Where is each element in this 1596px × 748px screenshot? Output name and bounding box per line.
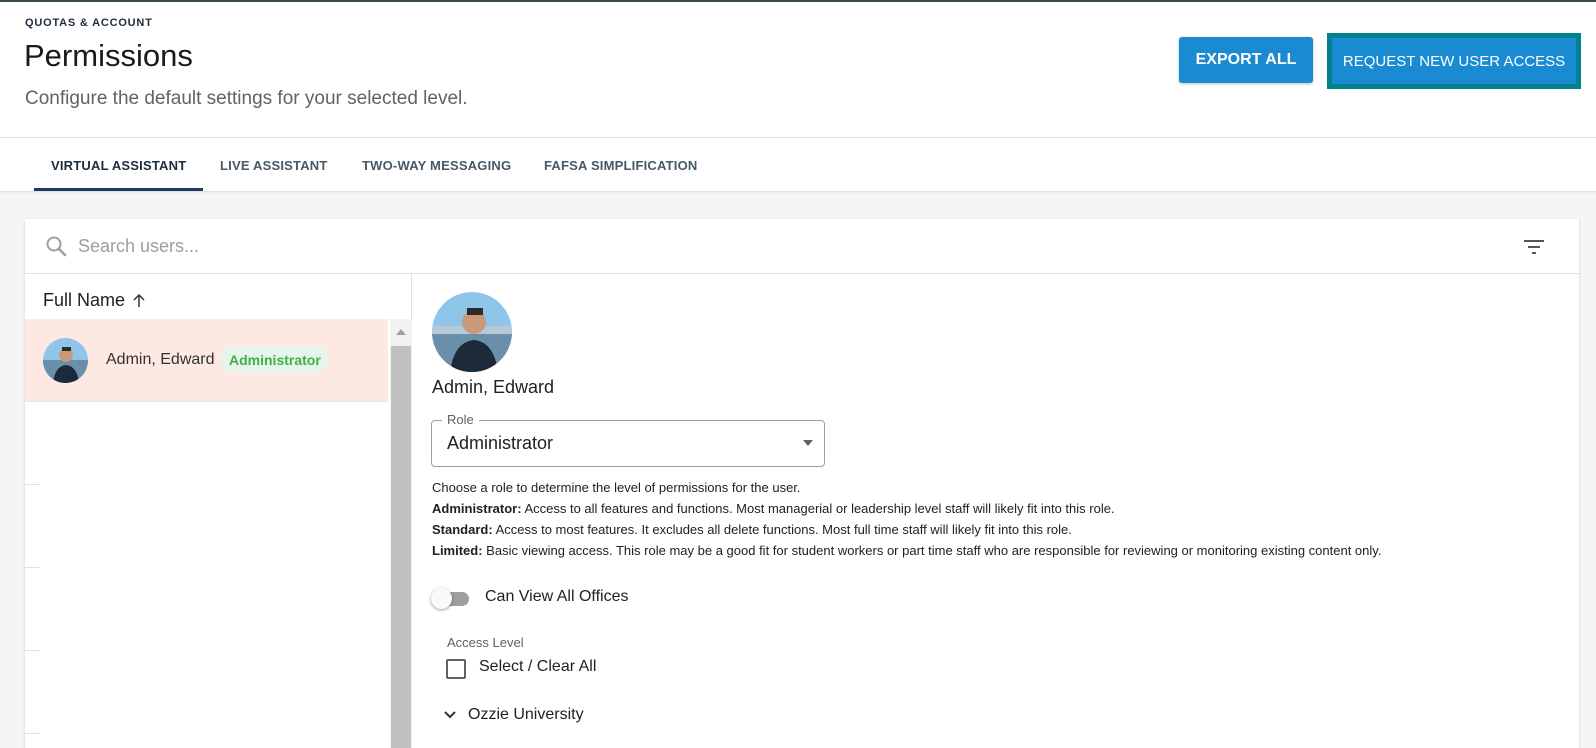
tab-live-assistant[interactable]: LIVE ASSISTANT — [220, 138, 328, 192]
user-detail-pane: Admin, Edward Role Administrator Choose … — [413, 274, 1579, 748]
page-subtitle: Configure the default settings for your … — [25, 88, 468, 109]
user-list-pane: Full Name Admin, Edward Administrator — [25, 274, 412, 748]
avatar — [43, 338, 88, 383]
user-row[interactable]: Admin, Edward Administrator — [25, 319, 388, 402]
column-header-label: Full Name — [43, 290, 126, 310]
toggle-label: Can View All Offices — [485, 588, 629, 605]
role-badge: Administrator — [221, 346, 329, 373]
user-name: Admin, Edward — [106, 351, 215, 368]
role-field-label: Role — [442, 412, 479, 427]
request-new-user-access-button[interactable]: REQUEST NEW USER ACCESS — [1332, 38, 1576, 84]
role-help-description: Access to most features. It excludes all… — [492, 522, 1072, 537]
select-all-checkbox[interactable] — [446, 659, 466, 679]
chevron-down-icon[interactable] — [441, 706, 459, 724]
role-help-administrator: Administrator: Access to all features an… — [432, 498, 1552, 519]
role-help-description: Access to all features and functions. Mo… — [521, 501, 1115, 516]
role-select-value: Administrator — [447, 433, 554, 453]
toggle-knob — [431, 588, 452, 609]
tab-two-way-messaging[interactable]: TWO-WAY MESSAGING — [362, 138, 511, 192]
access-level-label: Access Level — [447, 635, 524, 650]
arrow-up-icon — [133, 293, 145, 307]
scroll-up-arrow-icon[interactable] — [390, 324, 412, 340]
breadcrumb: QUOTAS & ACCOUNT — [25, 17, 153, 29]
role-select[interactable]: Role Administrator — [431, 412, 825, 467]
export-all-button[interactable]: EXPORT ALL — [1179, 37, 1313, 83]
row-divider — [25, 650, 40, 651]
scrollbar-thumb[interactable] — [391, 346, 411, 748]
user-detail-name: Admin, Edward — [432, 377, 555, 397]
full-name-column-header[interactable]: Full Name — [43, 290, 147, 311]
role-help-description: Basic viewing access. This role may be a… — [482, 543, 1382, 558]
search-icon — [46, 236, 67, 257]
row-divider — [25, 567, 40, 568]
search-users-input[interactable] — [78, 231, 678, 261]
select-all-label: Select / Clear All — [479, 658, 597, 675]
tab-virtual-assistant[interactable]: VIRTUAL ASSISTANT — [51, 138, 186, 192]
tab-fafsa-simplification[interactable]: FAFSA SIMPLIFICATION — [544, 138, 698, 192]
role-help-limited: Limited: Basic viewing access. This role… — [432, 540, 1552, 561]
role-help-text: Choose a role to determine the level of … — [432, 477, 1552, 561]
search-bar — [25, 219, 1579, 274]
role-help-term: Standard: — [432, 522, 493, 537]
page-header: QUOTAS & ACCOUNT Permissions Configure t… — [0, 2, 1596, 138]
dropdown-arrow-icon — [803, 440, 813, 446]
permissions-card: Full Name Admin, Edward Administrator — [25, 219, 1579, 748]
filter-icon[interactable] — [1521, 234, 1547, 260]
request-access-focus-ring: REQUEST NEW USER ACCESS — [1327, 33, 1581, 89]
role-help-term: Administrator: — [432, 501, 522, 516]
role-help-standard: Standard: Access to most features. It ex… — [432, 519, 1552, 540]
page-title: Permissions — [24, 38, 193, 73]
avatar — [432, 292, 512, 372]
row-divider — [25, 733, 40, 734]
row-divider — [25, 484, 40, 485]
active-tab-indicator — [34, 188, 203, 191]
role-help-intro: Choose a role to determine the level of … — [432, 480, 801, 495]
tree-item-label[interactable]: Ozzie University — [468, 706, 584, 724]
tab-bar: VIRTUAL ASSISTANT LIVE ASSISTANT TWO-WAY… — [0, 138, 1596, 192]
view-all-offices-toggle[interactable] — [431, 586, 471, 610]
role-help-term: Limited: — [432, 543, 483, 558]
